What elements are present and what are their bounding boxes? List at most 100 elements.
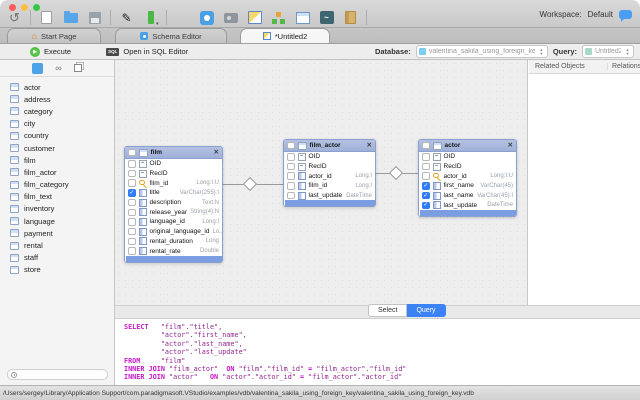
field-checkbox[interactable] [128, 199, 136, 207]
field-row[interactable]: language_idLong:I [125, 217, 222, 227]
orgchart-icon[interactable] [270, 9, 287, 26]
sidebar-item-store[interactable]: store [0, 264, 114, 276]
sidebar-item-staff[interactable]: staff [0, 252, 114, 264]
field-row[interactable]: RecID [125, 169, 222, 179]
field-checkbox[interactable] [422, 202, 430, 210]
field-checkbox[interactable] [128, 189, 136, 197]
close-icon[interactable]: ✕ [214, 150, 219, 156]
field-row[interactable]: first_nameVarChar(45) [419, 181, 516, 191]
sidebar-item-rental[interactable]: rental [0, 239, 114, 251]
sidebar-item-country[interactable]: country [0, 130, 114, 142]
table-collapse-bar[interactable] [419, 210, 516, 216]
field-row[interactable]: OID [284, 152, 375, 162]
sidebar-item-film_actor[interactable]: film_actor [0, 166, 114, 178]
field-row[interactable]: descriptionText:N [125, 198, 222, 208]
sidebar-item-actor[interactable]: actor [0, 81, 114, 93]
relationship-column[interactable]: Relationship [608, 63, 640, 70]
field-checkbox[interactable] [422, 192, 430, 200]
diagram-table-actor[interactable]: actor✕OIDRecIDactor_idLong:I:Ufirst_name… [418, 139, 517, 217]
open-folder-icon[interactable] [62, 9, 79, 26]
field-checkbox[interactable] [422, 153, 430, 161]
schema-editor-icon[interactable] [198, 9, 215, 26]
open-in-sql-editor-button[interactable]: SQL Open in SQL Editor [106, 47, 188, 56]
tab-query[interactable]: Query [407, 304, 445, 317]
links-view-icon[interactable]: ∞ [55, 64, 61, 73]
field-row[interactable]: film_idLong:I:U [125, 178, 222, 188]
home-icon[interactable] [174, 9, 191, 26]
sidebar-item-film_category[interactable]: film_category [0, 179, 114, 191]
field-row[interactable]: titleVarChar(255):I [125, 188, 222, 198]
close-icon[interactable]: ✕ [508, 143, 513, 149]
field-row[interactable]: original_language_idLo... [125, 227, 222, 237]
snippet-icon[interactable] [142, 9, 159, 26]
table-checkbox[interactable] [287, 142, 295, 150]
query-select[interactable]: Untitled2 ▲▼ [582, 45, 634, 58]
table-collapse-bar[interactable] [125, 256, 222, 262]
new-file-icon[interactable] [38, 9, 55, 26]
field-row[interactable]: rental_rateDouble [125, 246, 222, 256]
field-row[interactable]: last_updateDateTime [284, 191, 375, 201]
field-checkbox[interactable] [287, 192, 295, 200]
sidebar-item-customer[interactable]: customer [0, 142, 114, 154]
field-checkbox[interactable] [287, 163, 295, 171]
server-admin-icon[interactable] [222, 9, 239, 26]
database-select[interactable]: valentina_sakila_using_foreign_key ▲▼ [416, 45, 548, 58]
field-row[interactable]: OID [125, 159, 222, 169]
related-objects-column[interactable]: Related Objects [529, 63, 608, 70]
field-checkbox[interactable] [128, 160, 136, 168]
field-row[interactable]: last_updateDateTime [419, 200, 516, 210]
field-row[interactable]: film_idLong:I [284, 181, 375, 191]
diagram-table-film_actor[interactable]: film_actor✕OIDRecIDactor_idLong:Ifilm_id… [283, 139, 376, 207]
table-header[interactable]: film_actor✕ [284, 140, 375, 152]
relationship-diamond-icon[interactable] [389, 166, 403, 180]
field-row[interactable]: last_nameVarChar(45):I [419, 191, 516, 201]
field-row[interactable]: release_yearString(4):N [125, 207, 222, 217]
sidebar-item-city[interactable]: city [0, 118, 114, 130]
field-row[interactable]: RecID [284, 162, 375, 172]
field-row[interactable]: actor_idLong:I:U [419, 171, 516, 181]
tab-schema-editor[interactable]: Schema Editor [115, 28, 227, 43]
tab-select[interactable]: Select [368, 304, 407, 317]
field-row[interactable]: rental_durationLong [125, 237, 222, 247]
table-window-icon[interactable] [294, 9, 311, 26]
table-header[interactable]: film✕ [125, 147, 222, 159]
sidebar-item-category[interactable]: category [0, 105, 114, 117]
field-row[interactable]: actor_idLong:I [284, 171, 375, 181]
undo-icon[interactable]: ↺ [6, 9, 23, 26]
field-checkbox[interactable] [128, 170, 136, 178]
copy-view-icon[interactable] [74, 64, 82, 72]
sidebar-item-film[interactable]: film [0, 154, 114, 166]
diagram-canvas[interactable]: film✕OIDRecIDfilm_idLong:I:UtitleVarChar… [115, 60, 528, 305]
field-checkbox[interactable] [128, 247, 136, 255]
table-collapse-bar[interactable] [284, 200, 375, 206]
tab-start-page[interactable]: ⌂Start Page [7, 28, 101, 43]
sidebar-item-language[interactable]: language [0, 215, 114, 227]
field-checkbox[interactable] [128, 209, 136, 217]
field-checkbox[interactable] [422, 172, 430, 180]
field-checkbox[interactable] [287, 172, 295, 180]
field-checkbox[interactable] [287, 153, 295, 161]
relationship-diamond-icon[interactable] [243, 177, 257, 191]
sql-console-icon[interactable]: ~ [318, 9, 335, 26]
log-icon[interactable] [342, 9, 359, 26]
table-checkbox[interactable] [422, 142, 430, 150]
sidebar-item-inventory[interactable]: inventory [0, 203, 114, 215]
sidebar-filter-input[interactable] [7, 369, 108, 380]
table-checkbox[interactable] [128, 149, 136, 157]
sidebar-item-address[interactable]: address [0, 93, 114, 105]
sql-preview-pane[interactable]: SELECT "film"."title", "actor"."first_na… [115, 319, 640, 385]
tables-view-icon[interactable] [32, 63, 43, 74]
field-row[interactable]: OID [419, 152, 516, 162]
splitter-bar[interactable]: SelectQuery [115, 305, 640, 319]
tab--untitled2[interactable]: *Untitled2 [240, 28, 330, 43]
field-checkbox[interactable] [287, 182, 295, 190]
pen-icon[interactable]: ✎ [118, 9, 135, 26]
field-checkbox[interactable] [422, 182, 430, 190]
save-icon[interactable] [86, 9, 103, 26]
sidebar-item-payment[interactable]: payment [0, 227, 114, 239]
diagram-table-film[interactable]: film✕OIDRecIDfilm_idLong:I:UtitleVarChar… [124, 146, 223, 263]
field-row[interactable]: RecID [419, 162, 516, 172]
execute-button[interactable]: ▶ Execute [30, 47, 71, 57]
feedback-chat-icon[interactable] [619, 10, 632, 19]
diagram-icon[interactable] [246, 9, 263, 26]
